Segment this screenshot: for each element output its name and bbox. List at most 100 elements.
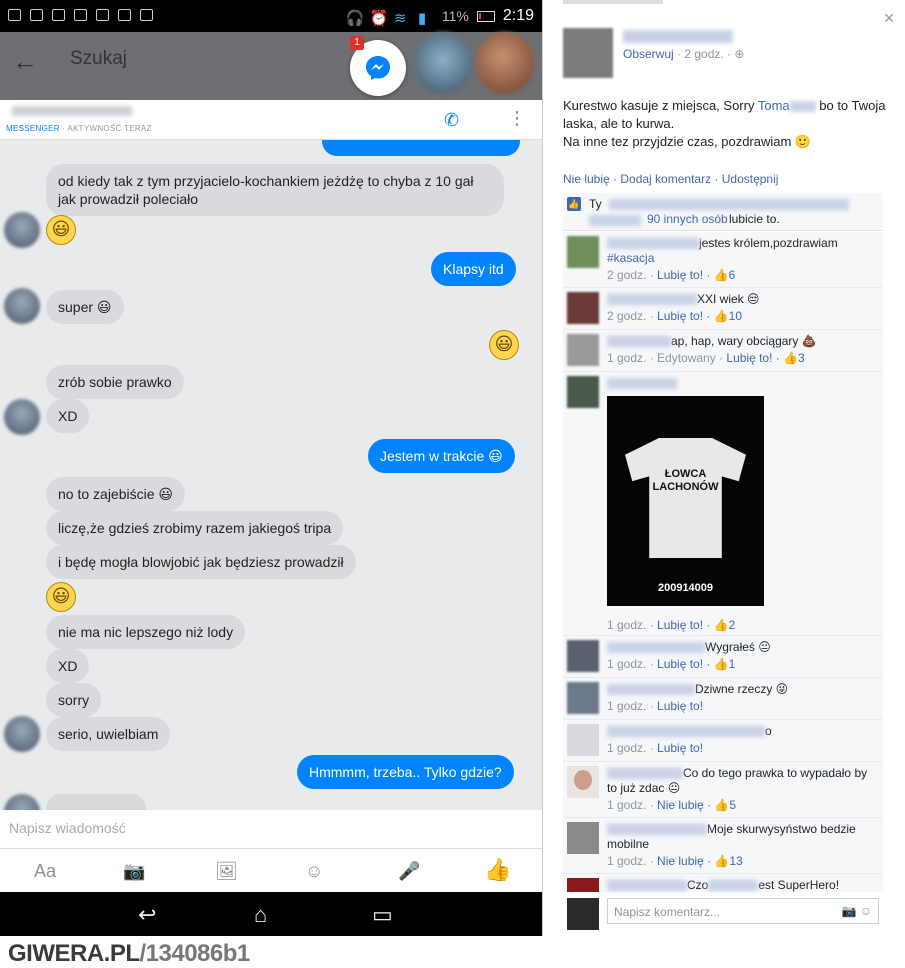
commenter-avatar[interactable] — [567, 640, 599, 672]
conversation-subtitle: MESSENGER · AKTYWNOŚĆ TERAZ — [6, 124, 152, 133]
alarm-icon: ⏰ — [369, 10, 389, 27]
site-watermark: GIWERA.PL/134086b1 — [8, 940, 250, 967]
comment: jestes królem,pozdrawiam #kasacja 2 godz… — [563, 232, 883, 288]
image-notification-icon — [74, 9, 87, 21]
message-bubble-out: Jestem w trakcie 😃 — [368, 439, 515, 473]
chathead-avatar[interactable] — [476, 32, 534, 94]
commenter-avatar[interactable] — [567, 376, 599, 408]
contact-name-blurred — [12, 106, 132, 116]
comment-like-link[interactable]: Lubię to! — [657, 618, 703, 632]
like-thumb-icon[interactable]: 👍 — [484, 857, 511, 883]
message-bubble-in: od kiedy tak z tym przyjacielo-kochankie… — [46, 164, 504, 216]
close-icon[interactable]: ✕ — [883, 10, 895, 27]
emoji-icon[interactable]: ☺ — [305, 861, 323, 882]
message-bubble-out: Hmmmm, trzeba.. Tylko gdzie? — [297, 755, 514, 789]
commenter-avatar[interactable] — [567, 766, 599, 798]
contact-avatar — [4, 716, 40, 752]
status-bar: 🎧 ⏰ ≋ ▮ 11% 2:19 — [0, 0, 542, 32]
message-thread: od kiedy tak z tym przyjacielo-kochankie… — [0, 140, 542, 810]
comment-like-link[interactable]: Lubię to! — [657, 309, 703, 323]
comment: XXI wiek 😒 2 godz. · Lubię to! · 👍10 — [563, 288, 883, 330]
follow-link[interactable]: Obserwuj — [623, 47, 674, 61]
comment-like-link[interactable]: Lubię to! — [726, 351, 772, 365]
contact-avatar — [4, 794, 40, 810]
back-arrow-icon[interactable]: ← — [12, 48, 38, 74]
chathead-avatar[interactable] — [414, 32, 472, 94]
message-bubble-in: nie ma nic lepszego niż lody — [46, 615, 246, 649]
comment-input[interactable]: Napisz komentarz... 📷 ☺ — [607, 898, 879, 924]
battery-percent: 11% — [441, 8, 469, 24]
hashtag-link[interactable]: #kasacja — [607, 251, 654, 265]
nav-recents-icon[interactable]: ▭ — [372, 902, 393, 928]
contact-avatar — [4, 399, 40, 435]
comment: Co do tego prawka to wypadało by to już … — [563, 762, 883, 818]
more-options-icon[interactable]: ⋮ — [508, 108, 526, 129]
emoji-icon[interactable]: ☺ — [860, 904, 872, 918]
commenter-avatar[interactable] — [567, 682, 599, 714]
likes-summary: 👍 Ty 90 innych osób lubicie to. — [563, 193, 883, 231]
own-avatar — [567, 898, 599, 930]
commenter-avatar[interactable] — [567, 878, 599, 892]
unread-badge: 1 — [350, 36, 364, 50]
message-bubble-in: no to zajebiście 😃 — [46, 477, 185, 511]
notification-icon — [8, 9, 21, 21]
commenter-avatar[interactable] — [567, 334, 599, 366]
facebook-post-panel: ✕ Obserwuj · 2 godz. · ⊕ Kurestwo kasuje… — [542, 0, 905, 936]
text-format-button[interactable]: Aa — [34, 861, 56, 882]
commenter-avatar-default[interactable] — [567, 724, 599, 756]
comment-like-link[interactable]: Lubię to! — [657, 657, 703, 671]
contact-avatar — [4, 288, 40, 324]
message-bubble-in: super 😃 — [46, 290, 124, 324]
gallery-icon[interactable]: 🖼 — [215, 861, 238, 882]
message-bubble-in: liczę,że gdzieś zrobimy razem jakiegoś t… — [46, 511, 344, 545]
signal-icon: ▮ — [417, 10, 427, 27]
tagged-user[interactable]: Toma — [758, 98, 790, 113]
author-name-blurred[interactable] — [623, 30, 733, 43]
android-nav-bar: ↩ ⌂ ▭ — [0, 892, 542, 936]
camera-icon[interactable]: 📷 — [123, 861, 145, 882]
tshirt-image[interactable]: ŁOWCA LACHONÓW 200914009 — [607, 396, 764, 606]
messenger-chathead-button[interactable]: 1 — [350, 36, 406, 96]
comment: Dziwne rzeczy 😜 1 godz. · Lubię to! — [563, 678, 883, 720]
comment-like-link[interactable]: Lubię to! — [657, 741, 703, 755]
author-avatar[interactable] — [563, 28, 613, 78]
messenger-icon — [366, 56, 390, 80]
microphone-icon[interactable]: 🎤 — [398, 861, 420, 882]
flame-icon — [118, 9, 131, 21]
conversation-header: MESSENGER · AKTYWNOŚĆ TERAZ ✆ ⋮ — [0, 100, 542, 140]
search-label[interactable]: Szukaj — [70, 48, 127, 70]
comment-unlike-link[interactable]: Nie lubię — [657, 798, 704, 812]
commenter-avatar[interactable] — [567, 292, 599, 324]
clock: 2:19 — [502, 7, 534, 24]
composer-toolbar: Aa 📷 🖼 ☺ 🎤 👍 — [0, 848, 542, 892]
messenger-phone-screen: 🎧 ⏰ ≋ ▮ 11% 2:19 ← Szukaj 1 MESSENGER · … — [0, 0, 542, 936]
message-bubble-in: XD — [46, 649, 90, 683]
usb-icon — [52, 9, 65, 21]
comment: ap, hap, wary obciągary 💩 1 godz. · Edyt… — [563, 330, 883, 372]
comment: Czo est SuperHero! — [563, 874, 883, 892]
globe-icon: ⊕ — [734, 47, 745, 61]
likes-others-link[interactable]: 90 innych osób — [647, 212, 728, 226]
voicemail-icon — [96, 9, 109, 21]
message-composer[interactable]: Napisz wiadomość — [0, 810, 542, 848]
smile-emoji: 😃 — [46, 582, 76, 612]
contact-avatar — [4, 212, 40, 248]
call-icon[interactable]: ✆ — [444, 110, 459, 131]
comment-composer: Napisz komentarz... 📷 ☺ — [563, 896, 883, 930]
message-input[interactable]: Napisz wiadomość — [9, 820, 126, 836]
comment-like-link[interactable]: Lubię to! — [657, 699, 703, 713]
camera-icon[interactable]: 📷 — [841, 904, 856, 918]
comment: ŁOWCA LACHONÓW 200914009 1 godz. · Lubię… — [563, 372, 883, 636]
message-bubble-in: XD — [46, 399, 90, 433]
post-actions[interactable]: Nie lubię · Dodaj komentarz · Udostępnij — [563, 172, 778, 186]
nav-home-icon[interactable]: ⌂ — [254, 902, 267, 928]
commenter-avatar[interactable] — [567, 822, 599, 854]
message-bubble-in — [46, 794, 146, 810]
comment-unlike-link[interactable]: Nie lubię — [657, 854, 704, 868]
commenter-avatar[interactable] — [567, 236, 599, 268]
like-icon: 👍 — [567, 197, 581, 211]
message-bubble-out — [322, 140, 520, 156]
comment-like-link[interactable]: Lubię to! — [657, 268, 703, 282]
nav-back-icon[interactable]: ↩ — [138, 902, 156, 928]
post-meta: Obserwuj · 2 godz. · ⊕ — [623, 47, 745, 61]
